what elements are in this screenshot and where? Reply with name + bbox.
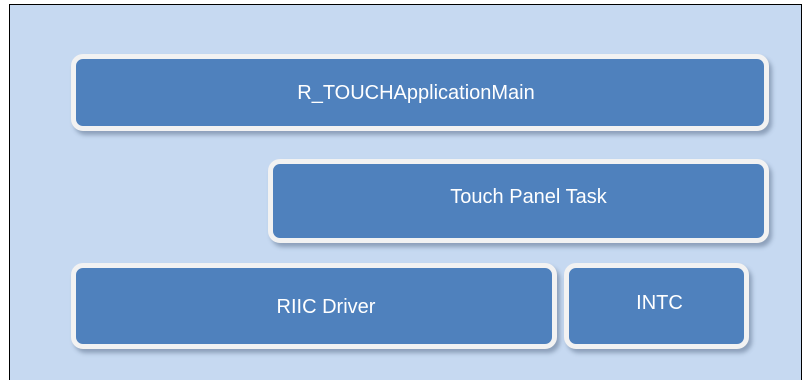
block-label: RIIC Driver xyxy=(276,296,376,318)
block-riic-driver: RIIC Driver xyxy=(71,263,557,349)
block-intc: INTC xyxy=(564,263,749,349)
block-label: INTC xyxy=(636,292,683,314)
block-touch-panel-task: Touch Panel Task xyxy=(268,159,769,243)
block-label: R_TOUCHApplicationMain xyxy=(297,81,535,104)
block-r-touch-application-main: R_TOUCHApplicationMain xyxy=(71,54,769,131)
block-label: Touch Panel Task xyxy=(450,186,607,208)
diagram-frame: R_TOUCHApplicationMain Touch Panel Task … xyxy=(9,4,802,380)
